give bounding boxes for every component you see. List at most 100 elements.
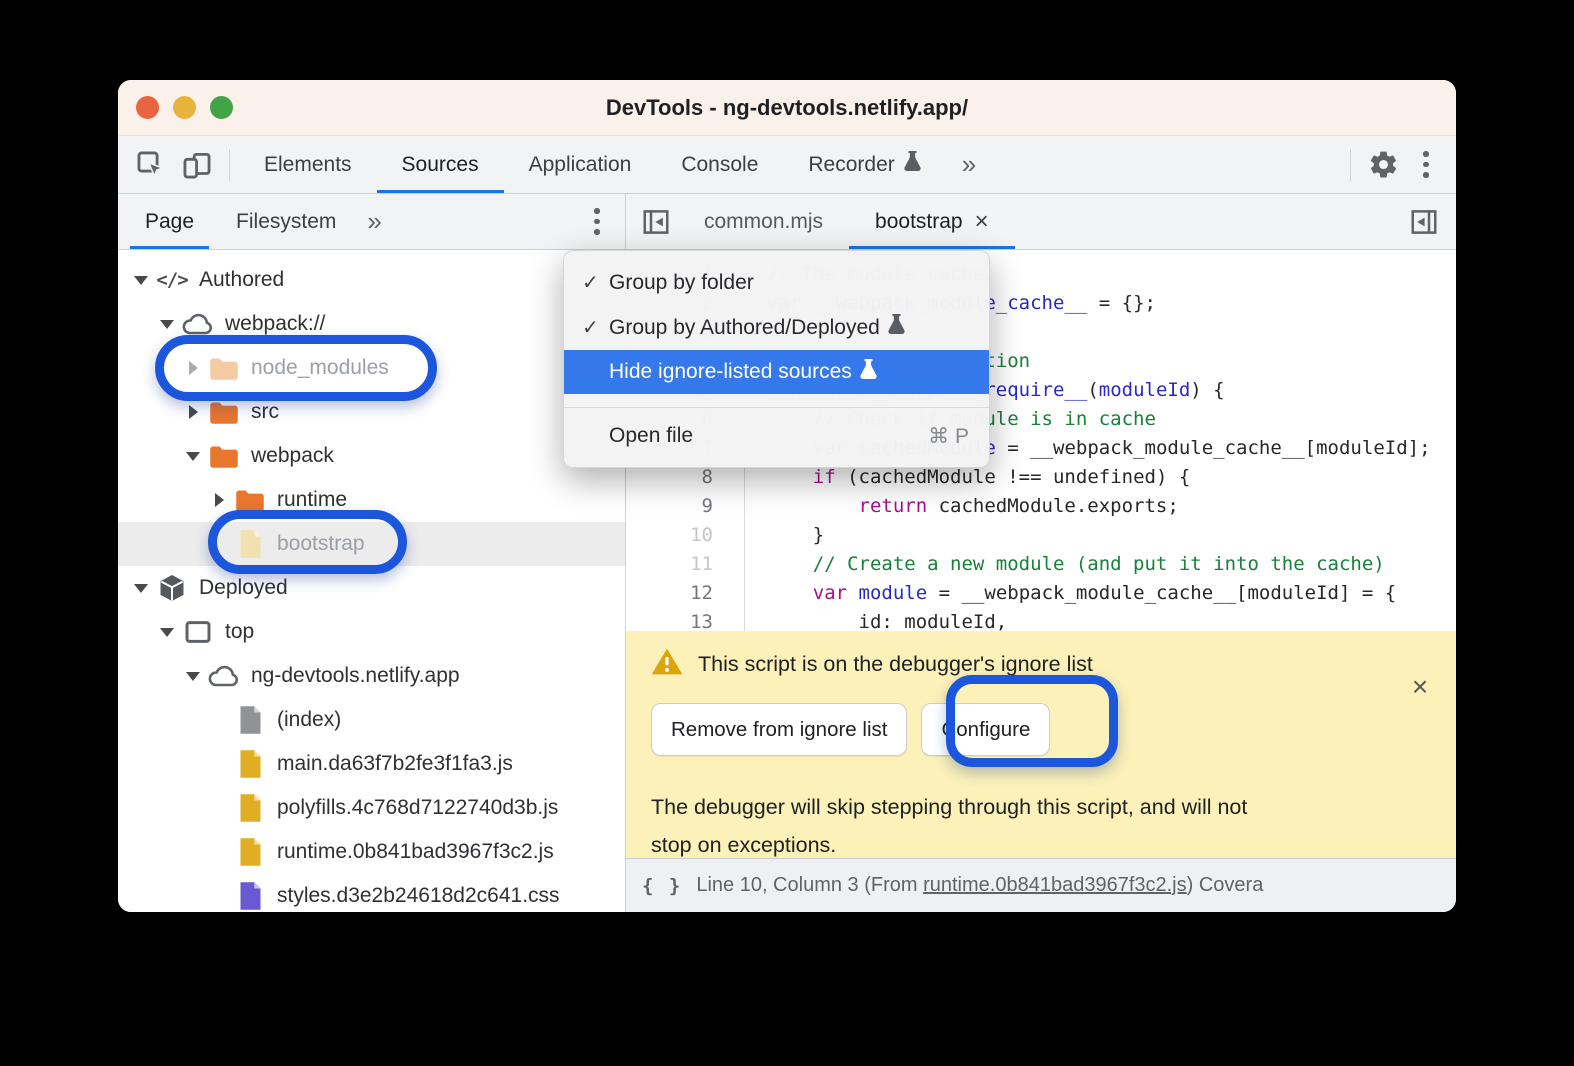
tree-item-runtime-0b841bad3967f3c2-js[interactable]: runtime.0b841bad3967f3c2.js — [118, 830, 625, 874]
line-number[interactable]: 11 — [626, 550, 713, 579]
folder-icon — [206, 356, 242, 381]
configure-button[interactable]: Configure — [921, 703, 1050, 756]
checkmark-icon: ✓ — [582, 315, 609, 340]
sidebar-tabs: Page Filesystem — [118, 194, 351, 249]
line-number[interactable]: 10 — [626, 521, 713, 550]
line-number[interactable]: 12 — [626, 579, 713, 608]
tree-item-label: runtime — [277, 488, 347, 512]
chevron-right-icon[interactable] — [180, 361, 206, 375]
chevron-down-icon[interactable] — [180, 452, 206, 461]
banner-close-icon[interactable]: × — [1402, 669, 1438, 705]
editor-tab-common-mjs[interactable]: common.mjs — [678, 194, 849, 249]
tab-label: Application — [529, 153, 632, 177]
ignore-list-banner: This script is on the debugger's ignore … — [626, 631, 1456, 858]
code-line: 11 // Create a new module (and put it in… — [626, 550, 1456, 579]
code-line-text: return cachedModule.exports; — [767, 492, 1179, 521]
tab-sources[interactable]: Sources — [377, 136, 504, 193]
menu-item-hide-ignore-listed-sources[interactable]: Hide ignore-listed sources — [564, 350, 989, 394]
tree-item-webpack[interactable]: webpack:// — [118, 302, 625, 346]
tree-item-styles-d3e2b24618d2c641-css[interactable]: styles.d3e2b24618d2c641.css — [118, 874, 625, 912]
line-number[interactable]: 9 — [626, 492, 713, 521]
tab-recorder[interactable]: Recorder — [783, 136, 945, 193]
main-menu-kebab-icon[interactable] — [1406, 145, 1446, 185]
zoom-window-button[interactable] — [210, 96, 233, 119]
toggle-navigator-panel-icon[interactable] — [634, 200, 678, 244]
tree-item-bootstrap[interactable]: bootstrap — [118, 522, 625, 566]
menu-shortcut: ⌘ P — [928, 424, 969, 449]
file-icon — [232, 749, 268, 779]
editor-tab-bootstrap[interactable]: bootstrap × — [849, 194, 1015, 249]
file-icon — [232, 837, 268, 867]
tree-item-webpack[interactable]: webpack — [118, 434, 625, 478]
cursor-position-status: Line 10, Column 3 (From runtime.0b841bad… — [696, 874, 1263, 897]
tab-label: Recorder — [808, 153, 894, 177]
sidebar-tab-page[interactable]: Page — [130, 194, 209, 249]
toolbar-spacer — [992, 136, 1341, 193]
tree-item-main-da63f7b2fe3f1fa3-js[interactable]: main.da63f7b2fe3f1fa3.js — [118, 742, 625, 786]
tree-item-label: Authored — [199, 268, 284, 292]
traffic-lights — [136, 96, 233, 119]
tree-item-src[interactable]: src — [118, 390, 625, 434]
code-line-text: var module = __webpack_module_cache__[mo… — [767, 579, 1396, 608]
chevron-down-icon[interactable] — [154, 320, 180, 329]
editor-tab-label: bootstrap — [875, 210, 963, 234]
tree-item-label: src — [251, 400, 279, 424]
menu-item-open-file[interactable]: Open file⌘ P — [564, 408, 989, 464]
tab-label: Elements — [264, 153, 352, 177]
menu-item-group-by-folder[interactable]: ✓Group by folder — [564, 260, 989, 305]
chevron-down-icon[interactable] — [154, 628, 180, 637]
devtools-toolbar: Elements Sources Application Console Recorde… — [118, 136, 1456, 194]
file-icon — [232, 793, 268, 823]
remove-from-ignore-list-button[interactable]: Remove from ignore list — [651, 703, 907, 756]
toolbar-divider-right — [1350, 149, 1351, 181]
tab-label: Console — [681, 153, 758, 177]
tree-item-authored[interactable]: </>Authored — [118, 258, 625, 302]
tab-application[interactable]: Application — [504, 136, 657, 193]
toolbar-divider — [229, 149, 230, 181]
tree-item-polyfills-4c768d7122740d3b-js[interactable]: polyfills.4c768d7122740d3b.js — [118, 786, 625, 830]
device-toolbar-icon[interactable] — [174, 142, 220, 188]
tree-item-label: bootstrap — [277, 532, 365, 556]
tree-item-top[interactable]: top — [118, 610, 625, 654]
desktop-background: { "colors": { "accent-blue": "#1a73e8", … — [0, 0, 1574, 1066]
menu-item-group-by-authored-deployed[interactable]: ✓Group by Authored/Deployed — [564, 305, 989, 350]
inspect-element-icon[interactable] — [128, 142, 174, 188]
toggle-debugger-sidebar-icon[interactable] — [1402, 200, 1446, 244]
line-number[interactable]: 13 — [626, 608, 713, 631]
code-line-text: } — [767, 521, 824, 550]
tab-elements[interactable]: Elements — [239, 136, 377, 193]
tree-item-label: node_modules — [251, 356, 389, 380]
code-line-text: // Create a new module (and put it into … — [767, 550, 1385, 579]
pretty-print-icon[interactable]: { } — [642, 875, 682, 897]
tree-item-node-modules[interactable]: node_modules — [118, 346, 625, 390]
code-line-text: id: moduleId, — [767, 608, 1007, 631]
sidebar-kebab-icon[interactable] — [577, 202, 617, 242]
close-tab-icon[interactable]: × — [975, 210, 989, 234]
close-window-button[interactable] — [136, 96, 159, 119]
chevron-right-icon[interactable] — [180, 405, 206, 419]
sidebar-tab-filesystem[interactable]: Filesystem — [221, 194, 351, 249]
editor-tab-bar: common.mjs bootstrap × — [626, 194, 1456, 250]
code-line: 9 return cachedModule.exports; — [626, 492, 1456, 521]
settings-gear-icon[interactable] — [1360, 142, 1406, 188]
editor-tab-spacer — [1015, 194, 1402, 249]
cube-icon — [154, 573, 190, 603]
sidebar-tab-label: Filesystem — [236, 210, 336, 234]
banner-buttons: Remove from ignore list Configure — [651, 703, 1456, 756]
frame-icon — [180, 617, 216, 647]
tree-item-deployed[interactable]: Deployed — [118, 566, 625, 610]
tree-item-runtime[interactable]: runtime — [118, 478, 625, 522]
more-panels-button[interactable]: » — [946, 136, 992, 193]
source-map-link[interactable]: runtime.0b841bad3967f3c2.js — [923, 874, 1187, 896]
tree-item-ng-devtools-netlify-app[interactable]: ng-devtools.netlify.app — [118, 654, 625, 698]
tree-item-label: webpack — [251, 444, 334, 468]
editor-status-bar: { } Line 10, Column 3 (From runtime.0b84… — [626, 858, 1456, 912]
chevron-down-icon[interactable] — [128, 276, 154, 285]
sidebar-more-tabs-button[interactable]: » — [351, 194, 397, 249]
tab-console[interactable]: Console — [656, 136, 783, 193]
chevron-down-icon[interactable] — [128, 584, 154, 593]
chevron-right-icon[interactable] — [206, 493, 232, 507]
tree-item-index[interactable]: (index) — [118, 698, 625, 742]
chevron-down-icon[interactable] — [180, 672, 206, 681]
minimize-window-button[interactable] — [173, 96, 196, 119]
